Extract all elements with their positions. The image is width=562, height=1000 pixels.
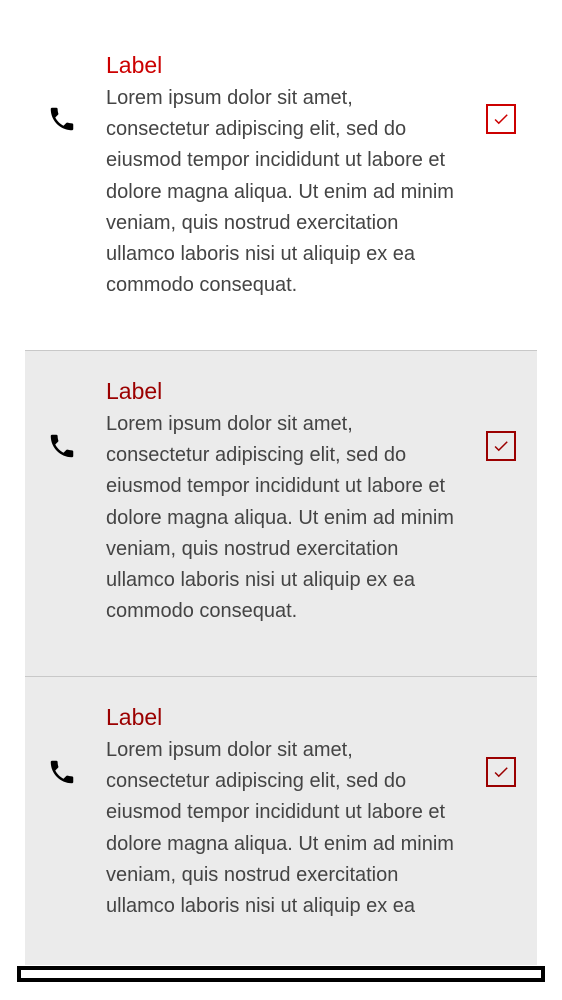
list-item-label: Label <box>106 52 163 78</box>
list-item-body: Lorem ipsum dolor sit amet, consectetur … <box>106 87 454 297</box>
list-item-content: Label Lorem ipsum dolor sit amet, consec… <box>106 377 456 627</box>
list-item[interactable]: Label Lorem ipsum dolor sit amet, consec… <box>25 677 537 965</box>
phone-icon <box>45 755 79 789</box>
list-item-body: Lorem ipsum dolor sit amet, consectetur … <box>106 739 454 918</box>
list-item-label: Label <box>106 378 163 404</box>
check-icon <box>494 767 508 778</box>
list-item-checkbox[interactable] <box>486 104 516 134</box>
list-item-label: Label <box>106 704 163 730</box>
list-item-content: Label Lorem ipsum dolor sit amet, consec… <box>106 703 456 922</box>
check-icon <box>494 114 508 125</box>
list-item[interactable]: Label Lorem ipsum dolor sit amet, consec… <box>25 25 537 351</box>
check-icon <box>494 441 508 452</box>
list-item[interactable]: Label Lorem ipsum dolor sit amet, consec… <box>25 351 537 677</box>
list-item-content: Label Lorem ipsum dolor sit amet, consec… <box>106 51 456 301</box>
phone-icon <box>45 102 79 136</box>
phone-icon <box>45 429 79 463</box>
list-item-checkbox[interactable] <box>486 757 516 787</box>
bottom-frame-bar <box>17 966 545 982</box>
list: Label Lorem ipsum dolor sit amet, consec… <box>25 25 537 965</box>
list-item-checkbox[interactable] <box>486 431 516 461</box>
list-item-body: Lorem ipsum dolor sit amet, consectetur … <box>106 413 454 623</box>
